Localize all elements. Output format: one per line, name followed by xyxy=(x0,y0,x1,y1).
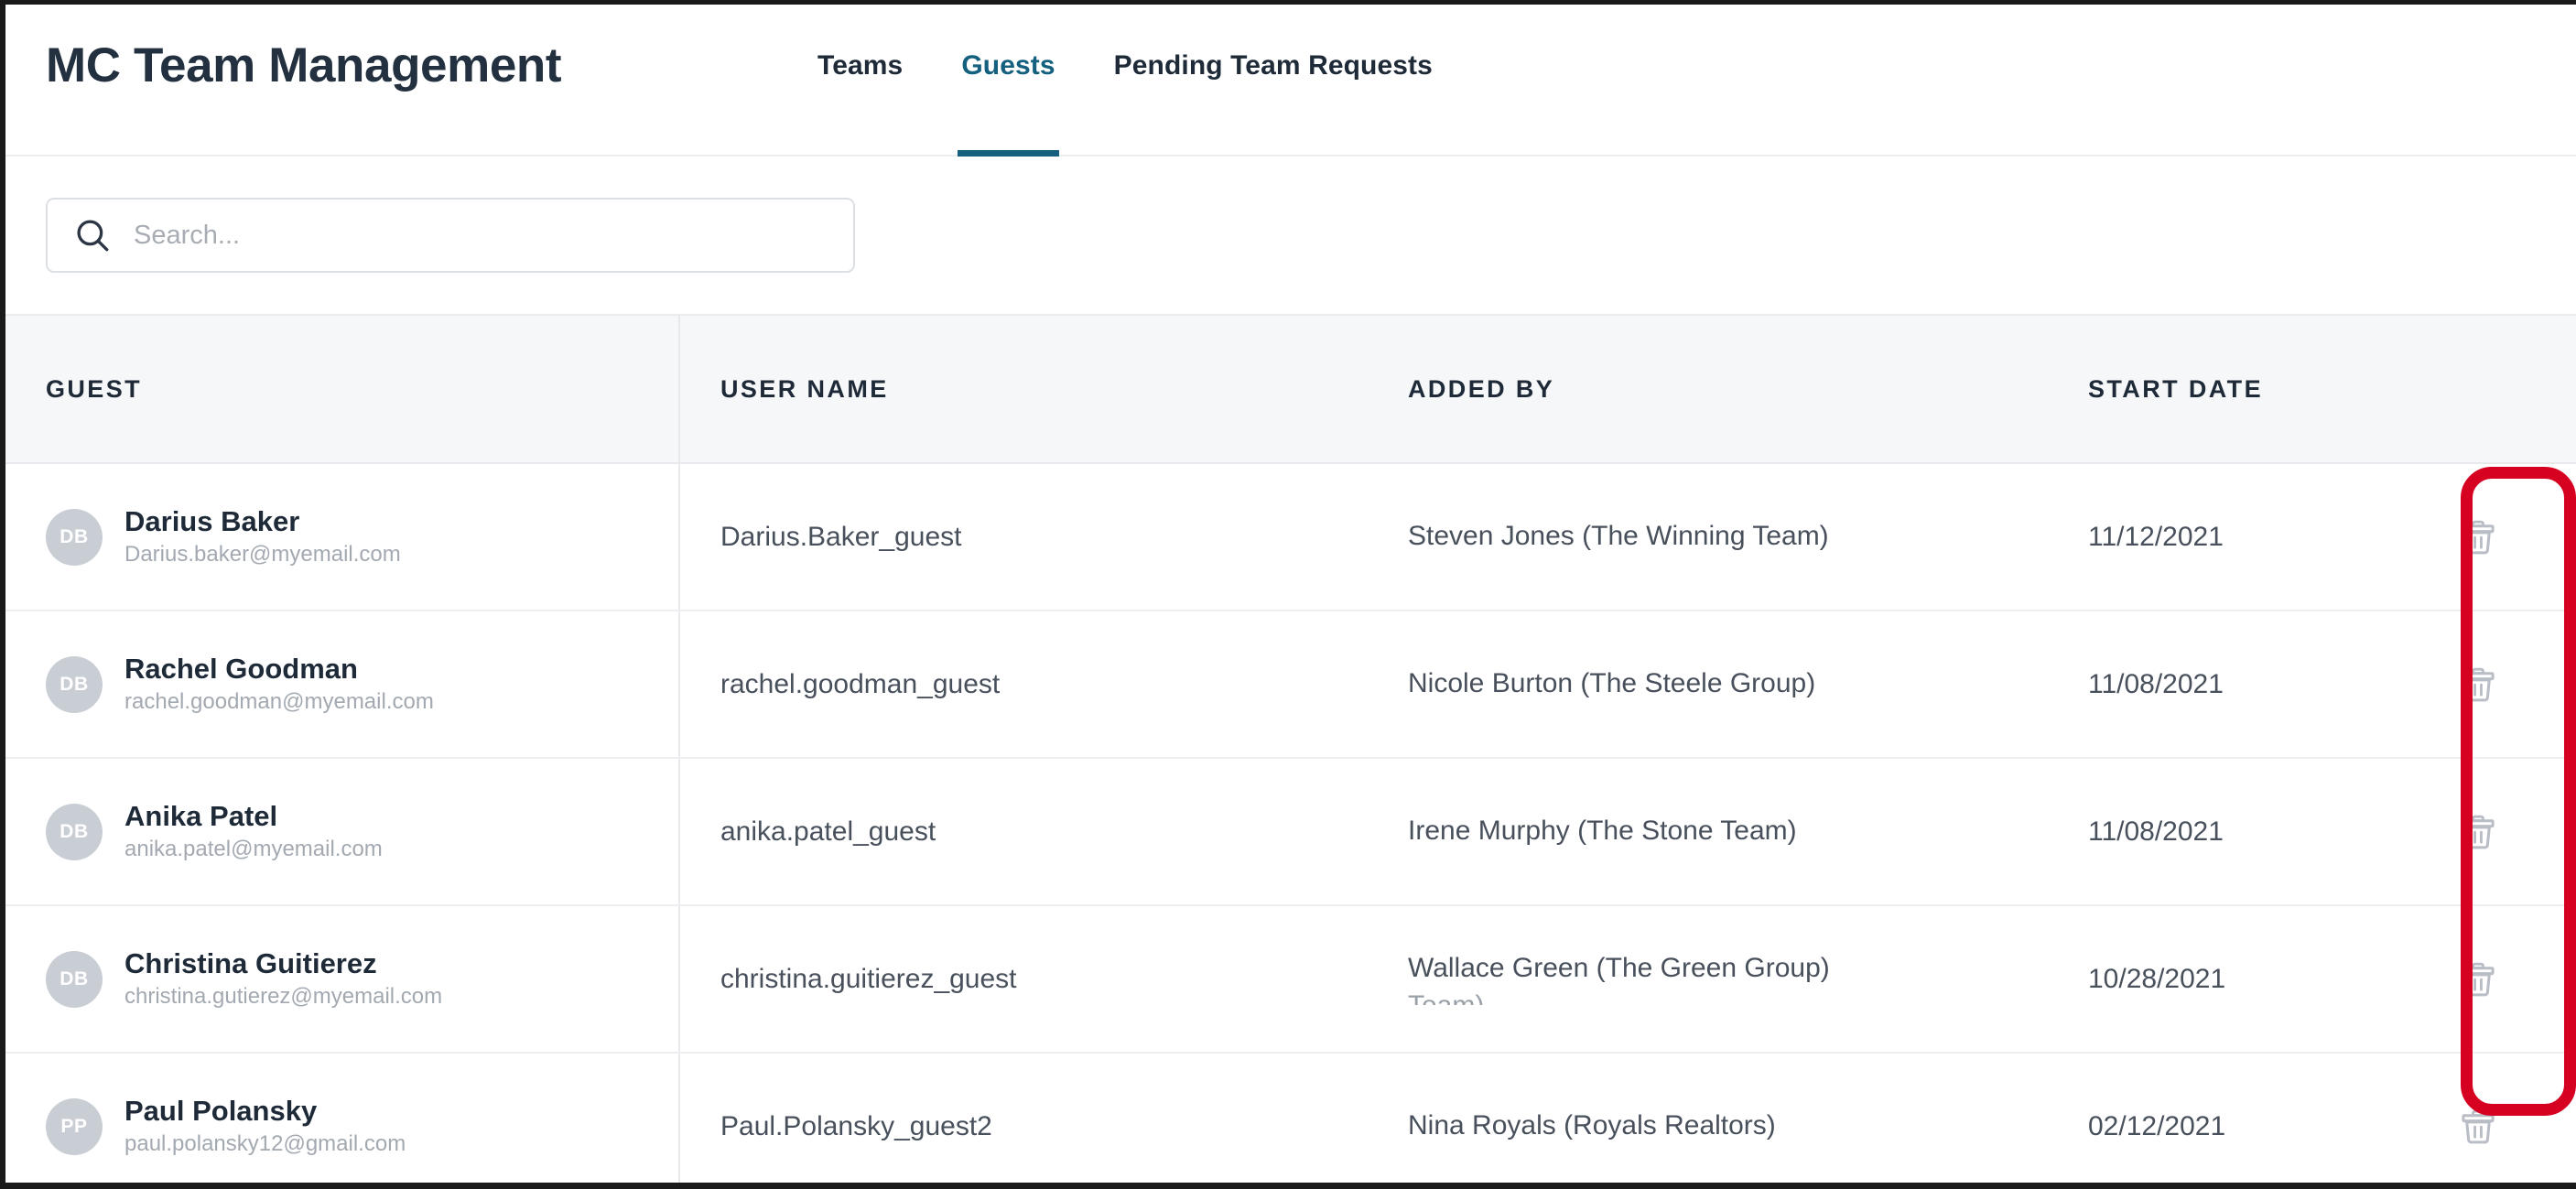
guest-name: Rachel Goodman xyxy=(124,654,358,686)
table-row[interactable]: PP Paul Polansky paul.polansky12@gmail.c… xyxy=(5,1054,2576,1183)
start-date-cell: 11/08/2021 xyxy=(2088,816,2224,847)
added-by-text: Steven Jones (The Winning Team) xyxy=(1408,521,1829,552)
guest-email: christina.gutierez@myemail.com xyxy=(124,983,443,1009)
added-by-cell: Nicole Burton (The Steele Group) xyxy=(1371,611,2058,757)
table-row[interactable]: DB Christina Guitierez christina.gutiere… xyxy=(5,906,2576,1054)
app-header: MC Team Management Teams Guests Pending … xyxy=(5,5,2576,157)
column-header-start-date[interactable]: START DATE xyxy=(2058,316,2424,462)
start-date-cell: 11/08/2021 xyxy=(2088,668,2224,699)
avatar: PP xyxy=(46,1097,103,1155)
search-icon xyxy=(77,220,109,252)
guest-name: Darius Baker xyxy=(124,506,300,538)
main-tabs: Teams Guests Pending Team Requests xyxy=(788,5,1462,157)
guest-cell: PP Paul Polansky paul.polansky12@gmail.c… xyxy=(5,1054,680,1183)
guest-identity: Rachel Goodman rachel.goodman@myemail.co… xyxy=(124,654,434,715)
delete-guest-button[interactable] xyxy=(2452,805,2505,859)
user-name-cell: Paul.Polansky_guest2 xyxy=(720,1110,992,1141)
guest-cell: DB Anika Patel anika.patel@myemail.com xyxy=(5,759,680,904)
start-date-cell: 11/12/2021 xyxy=(2088,521,2224,552)
tab-pending-team-requests[interactable]: Pending Team Requests xyxy=(1085,5,1462,157)
user-name-cell: christina.guitierez_guest xyxy=(720,963,1017,994)
trash-icon xyxy=(2462,962,2495,996)
trash-icon xyxy=(2462,815,2495,849)
actions-cell xyxy=(2424,906,2576,1052)
guest-identity: Darius Baker Darius.baker@myemail.com xyxy=(124,506,401,567)
guests-table: GUEST USER NAME ADDED BY START DATE DB D… xyxy=(5,314,2576,1183)
guest-name: Paul Polansky xyxy=(124,1096,318,1128)
actions-cell xyxy=(2424,464,2576,610)
column-header-actions xyxy=(2424,316,2576,462)
delete-guest-button[interactable] xyxy=(2452,953,2505,1006)
column-header-added-by[interactable]: ADDED BY xyxy=(1371,316,2058,462)
start-date-cell: 10/28/2021 xyxy=(2088,963,2226,994)
tab-guests[interactable]: Guests xyxy=(932,5,1084,157)
guest-cell: DB Christina Guitierez christina.gutiere… xyxy=(5,906,680,1052)
actions-cell xyxy=(2424,759,2576,904)
delete-guest-button[interactable] xyxy=(2452,511,2505,564)
guest-identity: Paul Polansky paul.polansky12@gmail.com xyxy=(124,1096,406,1157)
added-by-text: Nina Royals (Royals Realtors) xyxy=(1408,1110,1776,1141)
table-row[interactable]: DB Rachel Goodman rachel.goodman@myemail… xyxy=(5,611,2576,759)
column-header-guest[interactable]: GUEST xyxy=(5,316,680,462)
user-name-cell: anika.patel_guest xyxy=(720,816,936,847)
guest-identity: Christina Guitierez christina.gutierez@m… xyxy=(124,948,442,1010)
trash-icon xyxy=(2462,520,2495,554)
guest-cell: DB Darius Baker Darius.baker@myemail.com xyxy=(5,464,680,610)
trash-icon xyxy=(2462,1109,2495,1143)
actions-cell xyxy=(2424,611,2576,757)
table-row[interactable]: DB Darius Baker Darius.baker@myemail.com… xyxy=(5,464,2576,611)
tab-teams[interactable]: Teams xyxy=(788,5,932,157)
delete-guest-button[interactable] xyxy=(2452,658,2505,711)
start-date-cell: 02/12/2021 xyxy=(2088,1110,2226,1141)
avatar: DB xyxy=(46,950,103,1008)
trash-icon xyxy=(2462,667,2495,701)
guest-email: paul.polansky12@gmail.com xyxy=(124,1130,406,1156)
added-by-text: Wallace Green (The Green Group) xyxy=(1408,953,1830,984)
guest-email: rachel.goodman@myemail.com xyxy=(124,688,434,714)
table-header-row: GUEST USER NAME ADDED BY START DATE xyxy=(5,316,2576,464)
app-window: MC Team Management Teams Guests Pending … xyxy=(0,0,2576,1189)
search-input[interactable] xyxy=(48,200,853,271)
added-by-cell: Nina Royals (Royals Realtors) xyxy=(1371,1054,2058,1183)
added-by-cell: Steven Jones (The Winning Team) xyxy=(1371,464,2058,610)
added-by-overflow-text: Team) xyxy=(1408,990,1830,1005)
guest-email: Darius.baker@myemail.com xyxy=(124,541,401,567)
delete-guest-button[interactable] xyxy=(2452,1100,2505,1153)
avatar: DB xyxy=(46,655,103,713)
table-row[interactable]: DB Anika Patel anika.patel@myemail.com a… xyxy=(5,759,2576,906)
actions-cell xyxy=(2424,1054,2576,1183)
column-header-user-name[interactable]: USER NAME xyxy=(680,316,1371,462)
added-by-cell: Wallace Green (The Green Group) Team) xyxy=(1371,906,2058,1052)
page-title: MC Team Management xyxy=(46,38,562,92)
guest-identity: Anika Patel anika.patel@myemail.com xyxy=(124,801,383,862)
user-name-cell: Darius.Baker_guest xyxy=(720,521,962,552)
guest-name: Christina Guitierez xyxy=(124,948,377,980)
added-by-text: Nicole Burton (The Steele Group) xyxy=(1408,668,1816,699)
search-toolbar xyxy=(5,157,2576,314)
guest-email: anika.patel@myemail.com xyxy=(124,836,383,861)
added-by-cell: Irene Murphy (The Stone Team) xyxy=(1371,759,2058,904)
avatar: DB xyxy=(46,803,103,860)
added-by-text: Irene Murphy (The Stone Team) xyxy=(1408,816,1797,847)
avatar: DB xyxy=(46,508,103,566)
user-name-cell: rachel.goodman_guest xyxy=(720,668,1001,699)
guest-cell: DB Rachel Goodman rachel.goodman@myemail… xyxy=(5,611,680,757)
guest-name: Anika Patel xyxy=(124,801,278,833)
search-box[interactable] xyxy=(46,198,855,273)
